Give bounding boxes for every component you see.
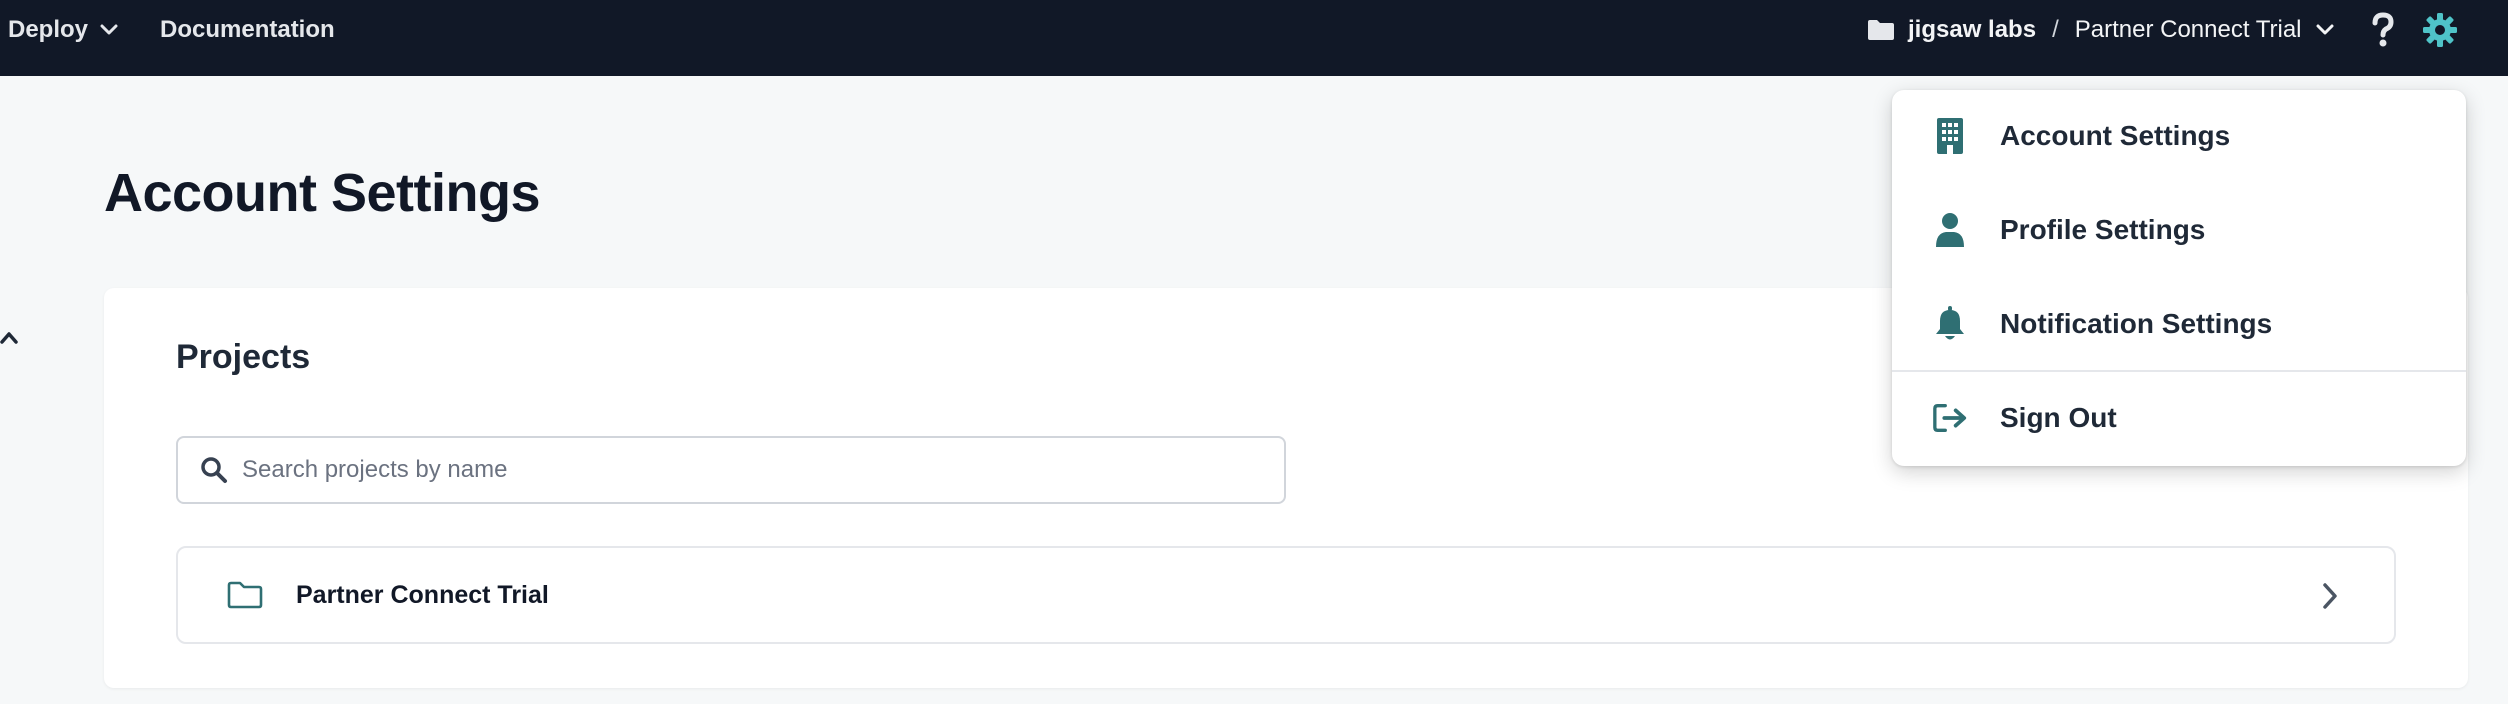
chevron-right-icon <box>2322 582 2338 610</box>
menu-item-label: Profile Settings <box>2000 214 2206 245</box>
menu-item-account-settings[interactable]: Account Settings <box>1892 96 2466 176</box>
chevron-down-icon[interactable] <box>2316 24 2334 36</box>
bell-icon <box>1932 304 1968 344</box>
page-title: Account Settings <box>104 163 541 223</box>
breadcrumb: jigsaw labs / Partner Connect Trial <box>1866 0 2334 60</box>
building-icon <box>1932 116 1968 156</box>
top-navigation-bar: Deploy Documentation jigsaw labs / Partn… <box>0 0 2508 76</box>
menu-item-profile-settings[interactable]: Profile Settings <box>1892 190 2466 270</box>
menu-item-notification-settings[interactable]: Notification Settings <box>1892 284 2466 364</box>
search-input[interactable] <box>242 456 1242 484</box>
project-search[interactable] <box>176 436 1286 504</box>
organization-link[interactable]: jigsaw labs <box>1908 16 2036 44</box>
documentation-link[interactable]: Documentation <box>160 0 335 60</box>
menu-divider <box>1892 370 2466 372</box>
deploy-menu[interactable]: Deploy <box>8 0 118 60</box>
folder-icon <box>1868 20 1894 40</box>
gear-icon[interactable] <box>2422 12 2458 48</box>
menu-item-sign-out[interactable]: Sign Out <box>1892 378 2466 458</box>
sign-out-icon <box>1932 398 1968 438</box>
settings-dropdown-menu: Account Settings Profile Settings Notifi… <box>1892 90 2466 466</box>
project-name: Partner Connect Trial <box>296 580 549 609</box>
menu-item-label: Account Settings <box>2000 120 2231 151</box>
breadcrumb-separator: / <box>2052 16 2059 43</box>
project-list-item[interactable]: Partner Connect Trial <box>176 546 2396 644</box>
folder-icon <box>226 580 264 610</box>
user-icon <box>1932 210 1968 250</box>
search-icon <box>201 457 227 483</box>
chevron-up-icon[interactable] <box>0 328 20 348</box>
deploy-label: Deploy <box>8 16 89 43</box>
help-icon[interactable] <box>2368 12 2398 48</box>
menu-item-label: Sign Out <box>2000 402 2117 433</box>
menu-item-label: Notification Settings <box>2000 308 2273 339</box>
chevron-down-icon <box>100 24 118 35</box>
project-selector[interactable]: Partner Connect Trial <box>2075 16 2302 44</box>
projects-heading: Projects <box>176 338 311 376</box>
documentation-label: Documentation <box>160 16 335 43</box>
